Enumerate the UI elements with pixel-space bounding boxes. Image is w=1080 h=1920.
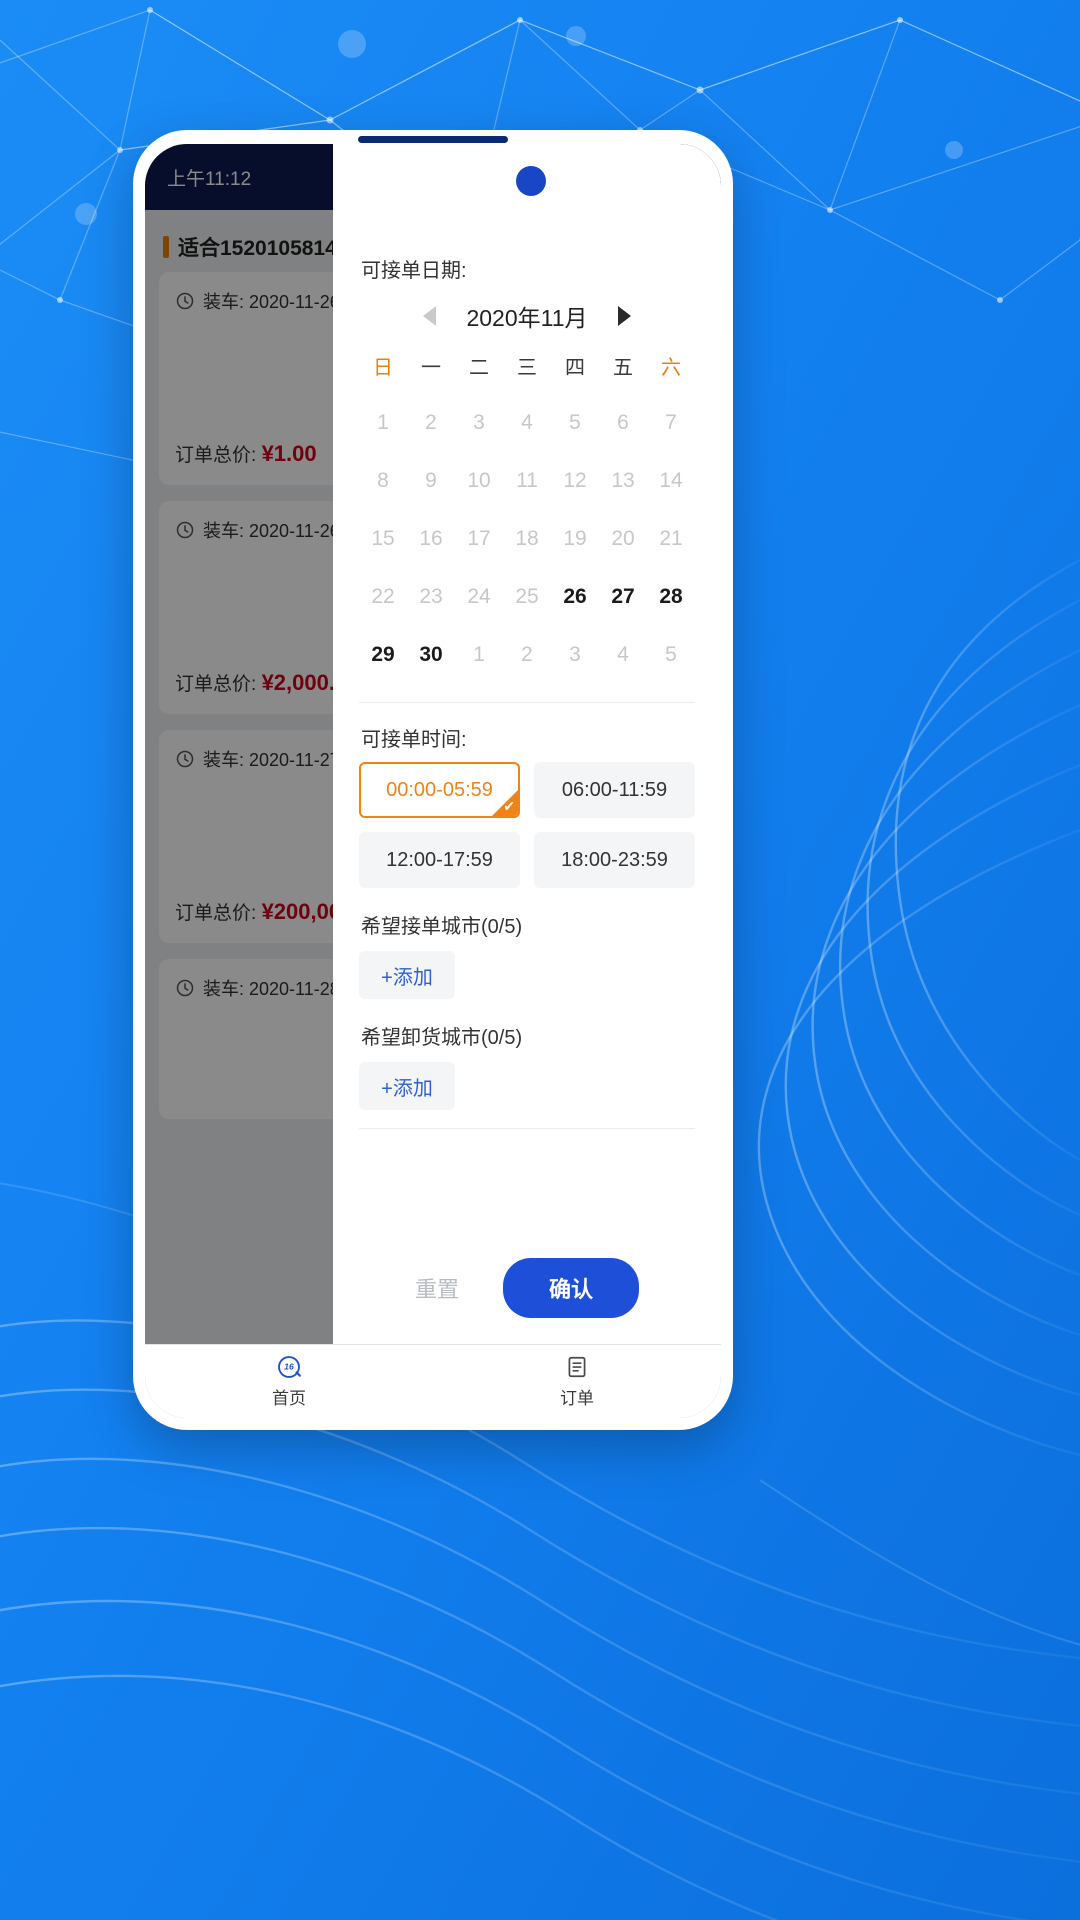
camera-punch-hole [515, 166, 546, 196]
calendar-weekday: 一 [421, 357, 441, 379]
calendar-day: 19 [563, 527, 587, 550]
calendar-day: 25 [515, 585, 539, 608]
filter-drawer: 可接单日期: 2020年11月 日 一 二 三 四 五 六 1234567891… [333, 144, 721, 1344]
calendar-day: 23 [419, 585, 443, 608]
calendar-day: 2 [425, 411, 437, 434]
time-slot-label: 00:00-05:59 [386, 778, 493, 801]
calendar-weekday: 日 [373, 357, 393, 379]
calendar-day: 4 [617, 643, 629, 666]
tab-home-label: 首页 [272, 1389, 306, 1408]
calendar-weekday: 三 [517, 357, 537, 379]
pickup-city-label: 希望接单城市(0/5) [361, 916, 523, 938]
phone-speaker [358, 136, 508, 143]
calendar-day[interactable]: 30 [407, 626, 455, 684]
time-slot-group: 00:00-05:59 ✔ 06:00-11:59 12:00-17:59 18:00-… [359, 762, 695, 888]
add-pickup-city-button[interactable]: +添加 [359, 951, 455, 999]
tab-orders[interactable]: 订单 [433, 1345, 721, 1418]
time-slot-chip[interactable]: 06:00-11:59 [534, 762, 695, 818]
time-slot-label: 12:00-17:59 [386, 848, 493, 871]
calendar-weekday-row: 日 一 二 三 四 五 六 [359, 343, 695, 394]
calendar-day: 14 [659, 469, 683, 492]
time-slot-chip[interactable]: 12:00-17:59 [359, 832, 520, 888]
calendar-day[interactable]: 27 [599, 568, 647, 626]
home-icon: 16 [278, 1356, 301, 1378]
check-icon: ✔ [503, 798, 515, 814]
calendar-day: 9 [425, 469, 437, 492]
calendar-day: 15 [371, 527, 395, 550]
calendar-weekday: 六 [661, 357, 681, 379]
orders-icon [568, 1356, 586, 1378]
calendar-day: 20 [611, 527, 635, 550]
calendar-day: 12 [563, 469, 587, 492]
calendar-day: 2 [521, 643, 533, 666]
calendar-day: 3 [473, 411, 485, 434]
calendar-weekday: 四 [565, 357, 585, 379]
confirm-button[interactable]: 确认 [503, 1258, 640, 1318]
calendar-day: 16 [419, 527, 443, 550]
time-slot-chip[interactable]: 00:00-05:59 ✔ [359, 762, 520, 818]
date-section-label: 可接单日期: [361, 260, 467, 282]
calendar-day: 24 [467, 585, 491, 608]
add-dropoff-city-button[interactable]: +添加 [359, 1062, 455, 1110]
dropoff-city-label: 希望卸货城市(0/5) [361, 1027, 523, 1049]
calendar-day: 4 [521, 411, 533, 434]
calendar-day: 22 [371, 585, 395, 608]
calendar-nav: 2020年11月 [359, 293, 695, 343]
time-slot-chip[interactable]: 18:00-23:59 [534, 832, 695, 888]
chevron-left-icon[interactable] [423, 306, 437, 326]
divider [359, 702, 695, 703]
svg-text:16: 16 [284, 1362, 294, 1372]
calendar-day: 17 [467, 527, 491, 550]
calendar-day: 6 [617, 411, 629, 434]
time-slot-label: 18:00-23:59 [561, 848, 668, 871]
filter-drawer-footer: 重置 确认 [333, 1258, 721, 1344]
phone-mockup: 上午11:12 适合1520105814的订单 装车: 2020-11-26 订… [133, 130, 733, 1430]
calendar-day[interactable]: 29 [359, 626, 407, 684]
calendar-day: 5 [665, 643, 677, 666]
calendar-day[interactable]: 26 [551, 568, 599, 626]
bottom-tab-bar: 16 首页 订单 [145, 1344, 721, 1418]
calendar-weekday: 二 [469, 357, 489, 379]
divider [359, 1128, 695, 1129]
calendar-day: 1 [473, 643, 485, 666]
calendar-day: 11 [516, 469, 538, 492]
calendar-day: 21 [659, 527, 683, 550]
calendar-day-grid: 1 2 3 4 5 6 7 8 9 10 11 12 13 14 15 16 17 18 19 20 21 22 23 24 2… [359, 394, 695, 684]
calendar-day: 10 [467, 469, 491, 492]
chevron-right-icon[interactable] [617, 306, 631, 326]
calendar-day: 7 [665, 411, 677, 434]
time-section-label: 可接单时间: [361, 729, 467, 751]
tab-orders-label: 订单 [560, 1389, 594, 1408]
calendar-day: 5 [569, 411, 581, 434]
calendar-day: 1 [377, 411, 389, 434]
calendar-day: 13 [611, 469, 635, 492]
calendar-day: 3 [569, 643, 581, 666]
reset-button[interactable]: 重置 [415, 1272, 459, 1304]
phone-screen: 上午11:12 适合1520105814的订单 装车: 2020-11-26 订… [145, 144, 721, 1418]
calendar-day[interactable]: 28 [647, 568, 695, 626]
calendar-day: 8 [377, 469, 389, 492]
filter-drawer-scroll[interactable]: 可接单日期: 2020年11月 日 一 二 三 四 五 六 1234567891… [333, 144, 721, 1258]
calendar-month-title: 2020年11月 [466, 305, 588, 331]
tab-home[interactable]: 16 首页 [145, 1345, 433, 1418]
calendar-day: 18 [515, 527, 539, 550]
time-slot-label: 06:00-11:59 [561, 778, 668, 801]
calendar-weekday: 五 [613, 357, 633, 379]
